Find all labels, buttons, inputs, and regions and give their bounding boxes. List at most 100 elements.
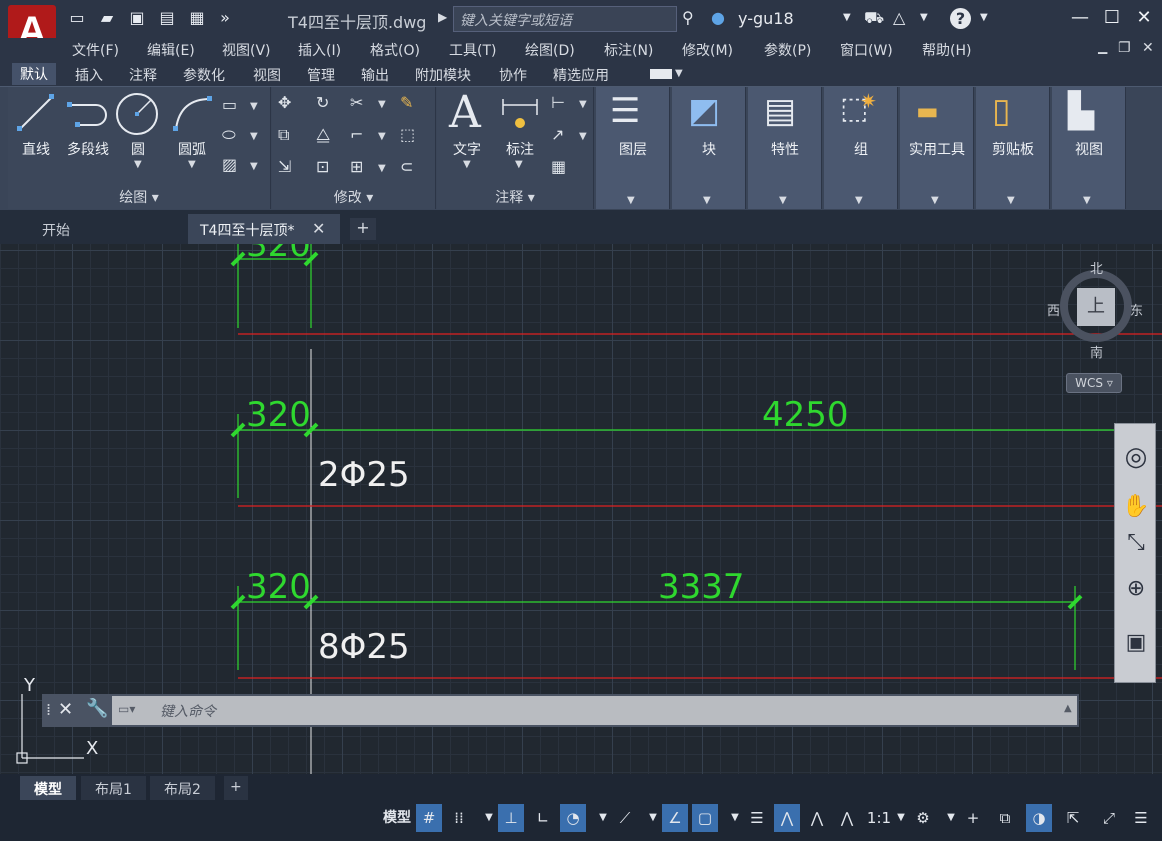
cart-icon[interactable]: ⛟ (864, 8, 884, 29)
polyline-icon[interactable] (66, 93, 112, 133)
layers-dropdown-icon[interactable]: ▼ (627, 195, 635, 206)
offset-icon[interactable]: ⊂ (400, 157, 413, 176)
erase-icon[interactable]: ✎ (400, 93, 413, 112)
menu-insert[interactable]: 插入(I) (298, 40, 341, 60)
annotation-panel-title[interactable]: 注释 ▾ (437, 187, 593, 207)
help-icon[interactable]: ? (950, 8, 971, 29)
clipboard-dropdown-icon[interactable]: ▼ (1007, 195, 1015, 206)
zoom-extents-icon[interactable]: ⤡ (1121, 530, 1151, 560)
rectangle-icon[interactable]: ▭ (222, 95, 237, 114)
command-line-close-icon[interactable]: ✕ (58, 699, 73, 720)
a360-icon[interactable]: △ (893, 8, 905, 27)
annotation-scale-icon[interactable]: ⋀ (834, 804, 860, 832)
clean-screen-icon[interactable]: ⇱ (1060, 804, 1086, 832)
rotate-icon[interactable]: ↻ (316, 93, 329, 112)
search-input[interactable]: 键入关键字或短语 (453, 6, 677, 32)
text-dropdown-icon[interactable]: ▼ (463, 159, 471, 170)
arc-dropdown-icon[interactable]: ▼ (188, 159, 196, 170)
leader-dropdown-icon[interactable]: ▼ (579, 131, 587, 142)
stretch-icon[interactable]: ⇲ (278, 157, 291, 176)
arc-icon[interactable] (170, 93, 214, 133)
new-tab-button[interactable]: + (350, 218, 376, 240)
clipboard-panel[interactable]: ▯ 剪贴板 ▼ (976, 87, 1050, 209)
maximize-button[interactable]: ☐ (1098, 4, 1126, 32)
ellipse-icon[interactable]: ⬭ (222, 125, 236, 145)
user-dropdown-icon[interactable]: ▼ (843, 12, 851, 23)
view-panel[interactable]: ▙ 视图 ▼ (1052, 87, 1126, 209)
steering-wheel-icon[interactable]: ◎ (1121, 442, 1151, 472)
menu-window[interactable]: 窗口(W) (840, 40, 893, 60)
menu-draw[interactable]: 绘图(D) (525, 40, 575, 60)
scale-icon[interactable]: ⊡ (316, 157, 329, 176)
block-dropdown-icon[interactable]: ▼ (703, 195, 711, 206)
text-label[interactable]: 文字 (447, 139, 487, 159)
customization-menu-icon[interactable]: ☰ (1128, 804, 1154, 832)
ribbon-tab-manage[interactable]: 管理 (307, 65, 335, 85)
ribbon-tab-default[interactable]: 默认 (12, 63, 56, 85)
group-dropdown-icon[interactable]: ▼ (855, 195, 863, 206)
explode-icon[interactable]: ⬚ (400, 125, 415, 144)
move-icon[interactable]: ✥ (278, 93, 291, 112)
compass-west[interactable]: 西 (1047, 300, 1060, 319)
workspace-gear-icon[interactable]: ⚙ (910, 804, 936, 832)
annotation-visibility-icon[interactable]: ⋀ (774, 804, 800, 832)
compass-south[interactable]: 南 (1090, 342, 1103, 361)
viewcube[interactable]: 上 北 南 西 东 (1044, 258, 1154, 368)
isodraft-icon[interactable]: ⟋ (612, 804, 638, 832)
copy-icon[interactable]: ⧉ (278, 125, 289, 145)
dimension-label[interactable]: 标注 (499, 139, 541, 159)
polyline-label[interactable]: 多段线 (60, 139, 116, 159)
open-file-icon[interactable]: ▰ (96, 8, 118, 28)
fillet-dropdown-icon[interactable]: ▼ (378, 131, 386, 142)
menu-help[interactable]: 帮助(H) (922, 40, 971, 60)
menu-dimension[interactable]: 标注(N) (604, 40, 653, 60)
hardware-acceleration-icon[interactable]: ◑ (1026, 804, 1052, 832)
utilities-dropdown-icon[interactable]: ▼ (931, 195, 939, 206)
hatch-dropdown-icon[interactable]: ▼ (250, 161, 258, 172)
utilities-panel[interactable]: ▬ 实用工具 ▼ (900, 87, 974, 209)
ribbon-minimize-icon[interactable] (650, 69, 672, 79)
lineweight-icon[interactable]: ☰ (744, 804, 770, 832)
table-icon[interactable]: ▦ (551, 157, 566, 176)
ribbon-options-dropdown-icon[interactable]: ▼ (675, 68, 683, 79)
menu-file[interactable]: 文件(F) (72, 40, 119, 60)
command-input[interactable]: 键入命令 (112, 696, 1077, 725)
ribbon-tab-collaborate[interactable]: 协作 (499, 65, 527, 85)
tab-layout2[interactable]: 布局2 (150, 776, 215, 800)
menu-format[interactable]: 格式(O) (370, 40, 420, 60)
line-icon[interactable] (16, 93, 56, 133)
grid-icon[interactable]: # (416, 804, 442, 832)
menu-view[interactable]: 视图(V) (222, 40, 271, 60)
array-icon[interactable]: ⊞ (350, 157, 363, 176)
properties-dropdown-icon[interactable]: ▼ (779, 195, 787, 206)
search-expand-icon[interactable]: ▶ (438, 10, 447, 24)
save-icon[interactable]: ▣ (126, 8, 148, 28)
auto-scale-icon[interactable]: ⋀ (804, 804, 830, 832)
recent-commands-icon[interactable]: ▭▾ (118, 702, 135, 716)
circle-dropdown-icon[interactable]: ▼ (134, 159, 142, 170)
add-layout-button[interactable]: + (224, 776, 248, 800)
menu-tools[interactable]: 工具(T) (449, 40, 496, 60)
linear-dim-dropdown-icon[interactable]: ▼ (579, 99, 587, 110)
polar-tracking-icon[interactable]: ◔ (560, 804, 586, 832)
menu-modify[interactable]: 修改(M) (682, 40, 733, 60)
orbit-icon[interactable]: ⊕ (1121, 576, 1151, 606)
user-icon[interactable]: ● (711, 8, 725, 27)
user-name[interactable]: y-gu18 (738, 9, 794, 28)
trim-icon[interactable]: ✂ (350, 93, 363, 112)
ortho-icon[interactable]: ∟ (530, 804, 556, 832)
model-space-button[interactable]: 模型 (379, 804, 415, 832)
fillet-icon[interactable]: ⌐ (350, 125, 363, 144)
search-icon[interactable]: ⚲ (682, 8, 694, 27)
trim-dropdown-icon[interactable]: ▼ (378, 99, 386, 110)
doc-close-button[interactable]: ✕ (1142, 40, 1154, 56)
ribbon-tab-output[interactable]: 输出 (361, 65, 389, 85)
compass-east[interactable]: 东 (1130, 300, 1143, 319)
ribbon-tab-annotate[interactable]: 注释 (129, 65, 157, 85)
tab-model[interactable]: 模型 (20, 776, 76, 800)
new-file-icon[interactable]: ▭ (66, 8, 88, 28)
pan-icon[interactable]: ✋ (1121, 494, 1151, 524)
command-line-grip[interactable]: ⁞ (46, 700, 51, 719)
hatch-icon[interactable]: ▨ (222, 155, 237, 174)
ellipse-dropdown-icon[interactable]: ▼ (250, 131, 258, 142)
